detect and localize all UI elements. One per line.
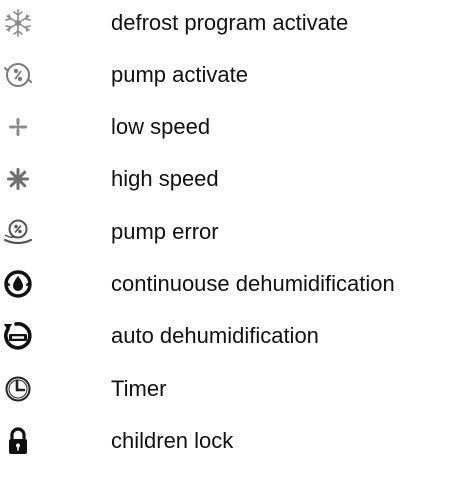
legend-row-low-speed: low speed xyxy=(0,107,469,147)
legend-label-defrost: defrost program activate xyxy=(111,10,349,35)
legend-label-pump: pump activate xyxy=(111,62,248,87)
legend-row-high-speed: high speed xyxy=(0,159,469,199)
auto-dehumidification-icon xyxy=(2,320,34,352)
pump-error-icon xyxy=(2,216,34,248)
legend-row-pump-error: pump error xyxy=(0,212,469,252)
low-speed-fan-icon xyxy=(2,111,34,143)
defrost-icon xyxy=(2,7,34,39)
legend-label-continuous-dehumidification: continuouse dehumidification xyxy=(111,271,395,296)
timer-icon xyxy=(2,373,34,405)
legend-label-children-lock: children lock xyxy=(111,428,234,453)
legend-row-auto-dehumidification: auto dehumidification xyxy=(0,316,469,356)
legend-row-defrost: defrost program activate xyxy=(0,3,469,43)
legend-row-pump: pump activate xyxy=(0,55,469,95)
continuous-dehumidification-icon xyxy=(2,268,34,300)
legend-label-pump-error: pump error xyxy=(111,219,219,244)
pump-icon xyxy=(2,59,34,91)
legend-label-auto-dehumidification: auto dehumidification xyxy=(111,323,319,348)
legend-row-timer: Timer xyxy=(0,369,469,409)
legend-row-children-lock: children lock xyxy=(0,421,469,461)
legend-label-low-speed: low speed xyxy=(111,114,211,139)
legend-label-timer: Timer xyxy=(111,376,167,401)
high-speed-fan-icon xyxy=(2,163,34,195)
legend-row-continuous-dehumidification: continuouse dehumidification xyxy=(0,264,469,304)
legend-label-high-speed: high speed xyxy=(111,166,219,191)
lock-icon xyxy=(2,425,34,457)
icon-legend: defrost program activate pump activate l… xyxy=(0,0,469,500)
